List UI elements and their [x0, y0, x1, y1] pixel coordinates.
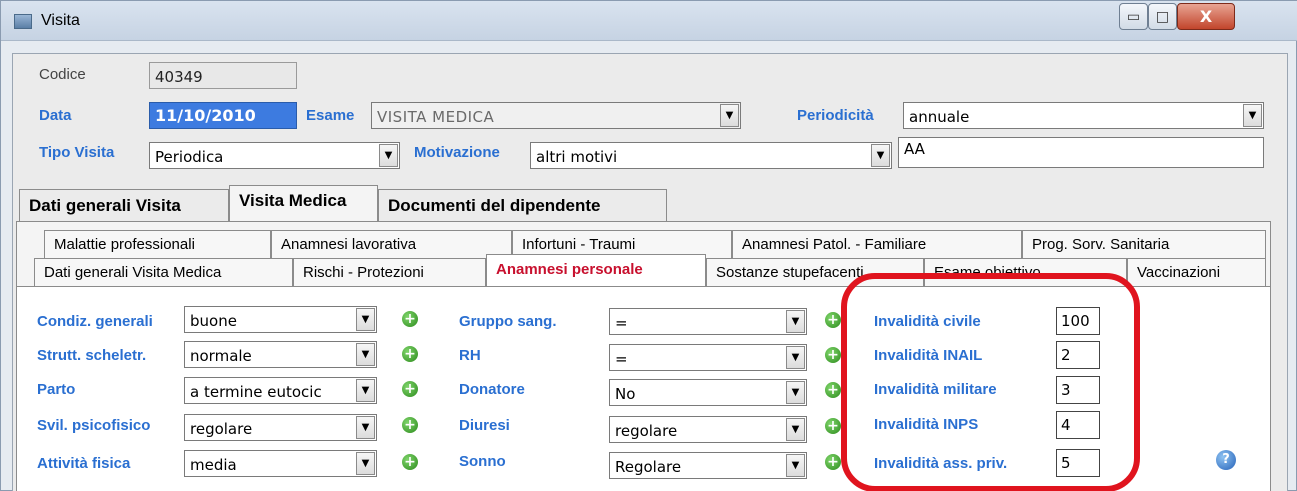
tab-anamnesi-personale[interactable]: Anamnesi personale [486, 254, 706, 287]
chevron-down-icon[interactable]: ▼ [720, 104, 739, 127]
codice-field: 40349 [149, 62, 297, 89]
tab-malattie-professionali[interactable]: Malattie professionali [44, 230, 271, 258]
condiz-generali-value: buone [190, 312, 237, 330]
data-field[interactable]: 11/10/2010 [149, 102, 297, 129]
chevron-down-icon[interactable]: ▼ [356, 416, 375, 439]
tab-documenti-dipendente[interactable]: Documenti del dipendente [378, 189, 667, 221]
esame-label: Esame [306, 107, 355, 124]
chevron-down-icon[interactable]: ▼ [356, 452, 375, 475]
plus-circle-icon[interactable]: + [402, 454, 418, 470]
tab-anamnesi-patol-familiare[interactable]: Anamnesi Patol. - Familiare [732, 230, 1022, 258]
plus-circle-icon[interactable]: + [825, 312, 841, 328]
parto-select[interactable]: a termine eutocic ▼ [184, 377, 377, 404]
tab-rischi-protezioni[interactable]: Rischi - Protezioni [293, 258, 486, 286]
strutt-scheletr-value: normale [190, 347, 252, 365]
chevron-down-icon[interactable]: ▼ [786, 346, 805, 369]
tab-dati-generali-visita[interactable]: Dati generali Visita [19, 189, 229, 221]
esame-value: VISITA MEDICA [377, 108, 495, 126]
chevron-down-icon[interactable]: ▼ [356, 308, 375, 331]
chevron-down-icon[interactable]: ▼ [1243, 104, 1262, 127]
close-icon: X [1199, 6, 1213, 26]
rh-select[interactable]: = ▼ [609, 344, 807, 371]
chevron-down-icon[interactable]: ▼ [786, 310, 805, 333]
minimize-button[interactable]: ▭ [1119, 3, 1148, 30]
codice-label: Codice [39, 66, 86, 83]
tab-visita-medica[interactable]: Visita Medica [229, 185, 378, 221]
gruppo-sang-value: = [615, 314, 628, 332]
plus-circle-icon[interactable]: + [402, 311, 418, 327]
periodicita-value: annuale [909, 108, 970, 126]
motivazione-select[interactable]: altri motivi ▼ [530, 142, 892, 169]
chevron-down-icon[interactable]: ▼ [356, 379, 375, 402]
maximize-button[interactable]: □ [1148, 3, 1177, 30]
sonno-label: Sonno [459, 453, 506, 470]
plus-circle-icon[interactable]: + [825, 418, 841, 434]
plus-circle-icon[interactable]: + [825, 454, 841, 470]
donatore-value: No [615, 385, 636, 403]
chevron-down-icon[interactable]: ▼ [786, 454, 805, 477]
tab-dati-generali-visita-medica[interactable]: Dati generali Visita Medica [34, 258, 293, 286]
attivita-fisica-select[interactable]: media ▼ [184, 450, 377, 477]
minimize-icon: ▭ [1126, 8, 1141, 25]
highlight-annotation [841, 273, 1140, 491]
close-button[interactable]: X [1177, 3, 1235, 30]
chevron-down-icon[interactable]: ▼ [871, 144, 890, 167]
attivita-fisica-value: media [190, 456, 237, 474]
title-bar: Visita ▭ □ X [1, 1, 1297, 41]
condiz-generali-label: Condiz. generali [37, 313, 153, 330]
condiz-generali-select[interactable]: buone ▼ [184, 306, 377, 333]
plus-circle-icon[interactable]: + [825, 347, 841, 363]
note-field[interactable]: AA [898, 137, 1264, 168]
tipo-visita-value: Periodica [155, 148, 224, 166]
data-label: Data [39, 107, 72, 124]
diuresi-value: regolare [615, 422, 678, 440]
motivazione-label: Motivazione [414, 144, 500, 161]
svil-psicofisico-value: regolare [190, 420, 253, 438]
esame-select[interactable]: VISITA MEDICA ▼ [371, 102, 741, 129]
app-icon [14, 14, 32, 29]
sonno-select[interactable]: Regolare ▼ [609, 452, 807, 479]
motivazione-value: altri motivi [536, 148, 618, 166]
svil-psicofisico-select[interactable]: regolare ▼ [184, 414, 377, 441]
tipo-visita-label: Tipo Visita [39, 144, 115, 161]
plus-circle-icon[interactable]: + [402, 346, 418, 362]
tab-prog-sorv-sanitaria[interactable]: Prog. Sorv. Sanitaria [1022, 230, 1266, 258]
donatore-label: Donatore [459, 381, 525, 398]
donatore-select[interactable]: No ▼ [609, 379, 807, 406]
visita-window: Visita ▭ □ X Codice 40349 Data 11/10/201… [0, 0, 1297, 491]
maximize-icon: □ [1155, 8, 1170, 25]
tab-vaccinazioni[interactable]: Vaccinazioni [1127, 258, 1266, 286]
chevron-down-icon[interactable]: ▼ [379, 144, 398, 167]
chevron-down-icon[interactable]: ▼ [786, 418, 805, 441]
rh-label: RH [459, 347, 481, 364]
rh-value: = [615, 350, 628, 368]
svil-psicofisico-label: Svil. psicofisico [37, 417, 151, 434]
parto-label: Parto [37, 381, 76, 398]
help-icon[interactable]: ? [1216, 450, 1236, 470]
sonno-value: Regolare [615, 458, 682, 476]
tipo-visita-select[interactable]: Periodica ▼ [149, 142, 400, 169]
tab-anamnesi-lavorativa[interactable]: Anamnesi lavorativa [271, 230, 512, 258]
chevron-down-icon[interactable]: ▼ [356, 343, 375, 366]
window-title: Visita [41, 12, 80, 29]
plus-circle-icon[interactable]: + [825, 382, 841, 398]
attivita-fisica-label: Attività fisica [37, 455, 131, 472]
plus-circle-icon[interactable]: + [402, 417, 418, 433]
strutt-scheletr-label: Strutt. scheletr. [37, 347, 147, 364]
diuresi-select[interactable]: regolare ▼ [609, 416, 807, 443]
parto-value: a termine eutocic [190, 383, 322, 401]
periodicita-select[interactable]: annuale ▼ [903, 102, 1264, 129]
gruppo-sang-select[interactable]: = ▼ [609, 308, 807, 335]
strutt-scheletr-select[interactable]: normale ▼ [184, 341, 377, 368]
diuresi-label: Diuresi [459, 417, 510, 434]
gruppo-sang-label: Gruppo sang. [459, 313, 557, 330]
periodicita-label: Periodicità [797, 107, 874, 124]
chevron-down-icon[interactable]: ▼ [786, 381, 805, 404]
plus-circle-icon[interactable]: + [402, 381, 418, 397]
